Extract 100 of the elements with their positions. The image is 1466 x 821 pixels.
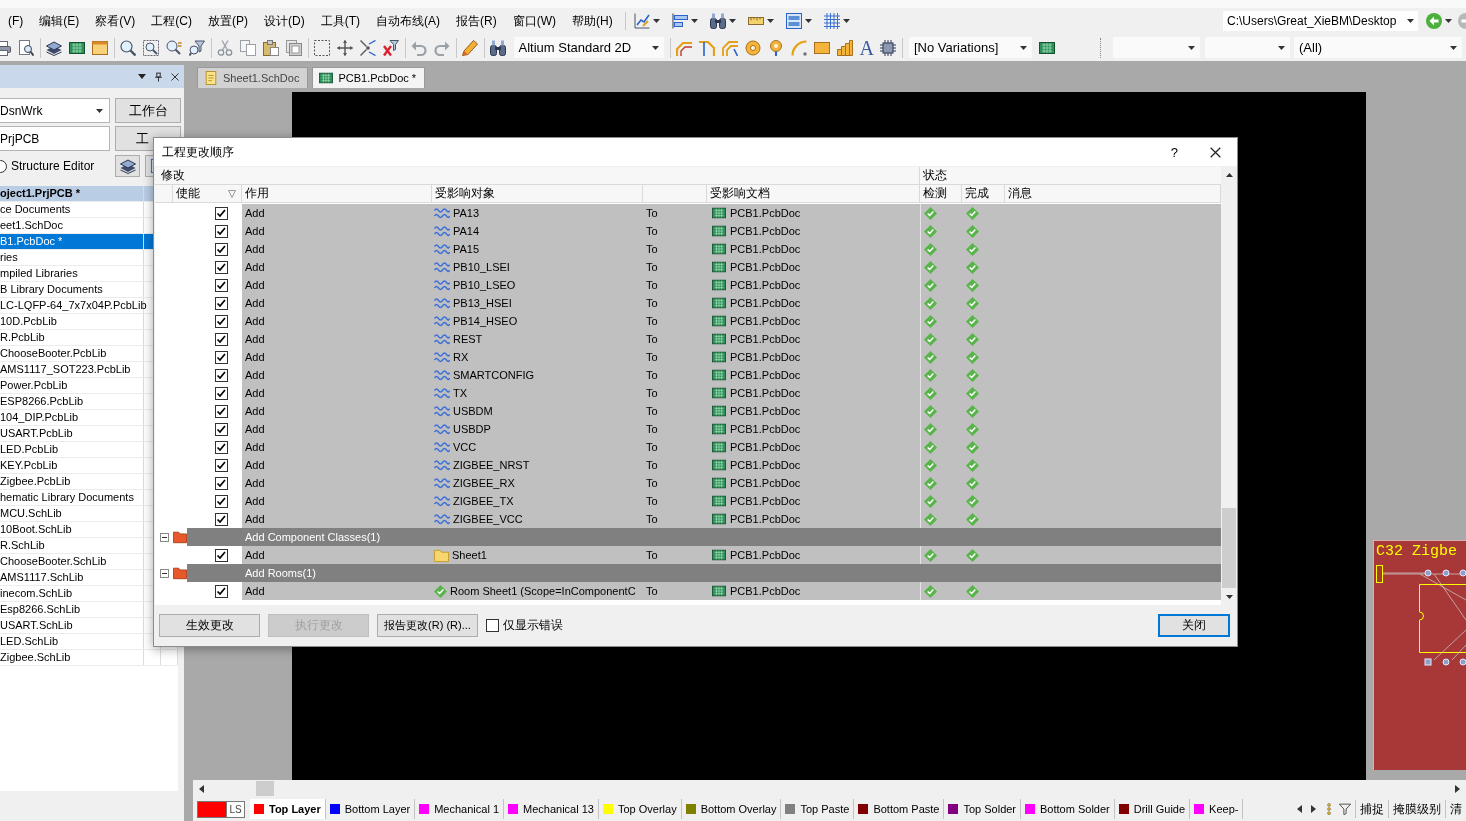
- checkbox[interactable]: [215, 512, 228, 526]
- table-row[interactable]: Add VCC To PCB1.PcbDoc: [242, 438, 1221, 456]
- collapse-icon[interactable]: [159, 568, 169, 578]
- checkbox[interactable]: [215, 422, 228, 436]
- route-icon[interactable]: [676, 39, 692, 56]
- checkbox[interactable]: [215, 584, 228, 598]
- pin-icon[interactable]: [154, 71, 163, 82]
- column-header[interactable]: 受影响对象: [432, 185, 643, 202]
- menu-item[interactable]: 编辑(E): [31, 12, 88, 30]
- checkbox[interactable]: [215, 494, 228, 508]
- menu-item[interactable]: 帮助(H): [564, 12, 621, 30]
- report-button[interactable]: 报告更改(R) (R)...: [377, 614, 478, 637]
- tree-item[interactable]: Zigbee.SchLib: [0, 650, 178, 666]
- column-header[interactable]: 使能: [173, 185, 242, 202]
- scissors-icon[interactable]: [217, 39, 233, 56]
- caret-icon[interactable]: [842, 19, 850, 23]
- checkbox[interactable]: [215, 314, 228, 328]
- table-row[interactable]: Add USBDP To PCB1.PcbDoc: [242, 420, 1221, 438]
- group-row[interactable]: Add Component Classes(1): [187, 528, 1221, 546]
- chevron-up-icon[interactable]: [1225, 173, 1233, 178]
- menu-item[interactable]: 工具(T): [312, 12, 368, 30]
- menu-item[interactable]: (F): [0, 12, 32, 30]
- collapse-icon[interactable]: [159, 532, 169, 542]
- move-icon[interactable]: [337, 39, 353, 56]
- checkbox[interactable]: [215, 404, 228, 418]
- table-row[interactable]: Add SMARTCONFIG To PCB1.PcbDoc: [242, 366, 1221, 384]
- chevron-left-icon[interactable]: [199, 784, 204, 793]
- table-row[interactable]: Add Sheet1 To PCB1.PcbDoc: [242, 546, 1221, 564]
- binoculars-icon[interactable]: [490, 39, 506, 56]
- checkbox[interactable]: [215, 350, 228, 364]
- table-row[interactable]: Add USBDM To PCB1.PcbDoc: [242, 402, 1221, 420]
- deselect-icon[interactable]: [360, 39, 376, 56]
- text-tool-button[interactable]: A: [859, 37, 874, 58]
- window-icon[interactable]: [92, 39, 108, 56]
- checkbox[interactable]: [215, 224, 228, 238]
- project-field[interactable]: PrjPCB: [0, 126, 110, 151]
- layer-tab[interactable]: Top Solder: [944, 799, 1022, 819]
- layer-tab[interactable]: Bottom Overlay: [681, 799, 782, 819]
- checkbox[interactable]: [486, 619, 499, 632]
- menu-item[interactable]: 放置(P): [200, 12, 256, 30]
- layer-tab[interactable]: Top Paste: [781, 799, 855, 819]
- close-icon[interactable]: [1210, 146, 1221, 158]
- circuit-board-icon[interactable]: [69, 39, 85, 56]
- circuit-board-icon[interactable]: [1039, 39, 1056, 56]
- checkbox-label[interactable]: 仅显示错误: [503, 617, 563, 634]
- pencil-icon[interactable]: [462, 39, 478, 56]
- table-row[interactable]: Add PA15 To PCB1.PcbDoc: [242, 240, 1221, 258]
- panel-icon[interactable]: [785, 13, 802, 29]
- chip-icon[interactable]: [880, 39, 897, 56]
- caret-icon[interactable]: [652, 19, 660, 23]
- checkbox[interactable]: [215, 332, 228, 346]
- validate-button[interactable]: 生效更改: [159, 614, 260, 637]
- table-row[interactable]: Add RX To PCB1.PcbDoc: [242, 348, 1221, 366]
- scope-dropdown[interactable]: (All): [1294, 37, 1462, 58]
- table-row[interactable]: Add Room Sheet1 (Scope=InComponentC To PCB1.PcbDoc: [242, 582, 1221, 600]
- layer-stack-icon[interactable]: [46, 39, 62, 56]
- print-preview-icon[interactable]: [18, 39, 34, 56]
- via-icon[interactable]: [768, 39, 784, 56]
- column-header[interactable]: 检测: [920, 185, 962, 202]
- checkbox[interactable]: [215, 242, 228, 256]
- checkbox[interactable]: [215, 206, 228, 220]
- caret-icon[interactable]: [138, 74, 146, 79]
- scrollbar-thumb[interactable]: [1222, 507, 1236, 589]
- filter-icon[interactable]: [228, 189, 236, 198]
- path-dropdown[interactable]: C:\Users\Great_XieBM\Desktop: [1223, 11, 1418, 31]
- chevron-left-icon[interactable]: [1297, 805, 1302, 813]
- zoom-selection-icon[interactable]: [166, 39, 182, 56]
- menu-item[interactable]: 报告(R): [448, 12, 505, 30]
- caret-icon[interactable]: [690, 19, 698, 23]
- layer-tab[interactable]: Top Layer: [250, 799, 326, 819]
- workspace-dropdown[interactable]: DsnWrk: [0, 98, 110, 123]
- column-header[interactable]: 完成: [962, 185, 1005, 202]
- zoom-filter-icon[interactable]: [189, 39, 205, 56]
- menu-item[interactable]: 工程(C): [143, 12, 200, 30]
- caret-icon[interactable]: [804, 19, 812, 23]
- multi-route-icon[interactable]: [722, 39, 738, 56]
- layer-tab[interactable]: Bottom Solder: [1021, 799, 1115, 819]
- table-row[interactable]: Add PB14_HSEO To PCB1.PcbDoc: [242, 312, 1221, 330]
- printer-icon[interactable]: [0, 39, 11, 56]
- icon-button[interactable]: [115, 155, 140, 177]
- menu-item[interactable]: 设计(D): [256, 12, 313, 30]
- layer-tab[interactable]: Drill Guide: [1114, 799, 1191, 819]
- horizontal-scrollbar[interactable]: [193, 780, 1466, 797]
- checkbox[interactable]: [215, 458, 228, 472]
- clipboard-icon[interactable]: [263, 39, 279, 56]
- radio-label[interactable]: Structure Editor: [11, 159, 95, 173]
- caret-icon[interactable]: [766, 19, 774, 23]
- workspace-button[interactable]: 工作台: [115, 98, 181, 123]
- bar-fill-icon[interactable]: [837, 39, 853, 56]
- layer-tab[interactable]: Mechanical 13: [504, 799, 599, 819]
- table-row[interactable]: Add TX To PCB1.PcbDoc: [242, 384, 1221, 402]
- group-row[interactable]: Add Rooms(1): [187, 564, 1221, 582]
- grid-icon[interactable]: [823, 13, 840, 29]
- scrollbar-thumb[interactable]: [256, 781, 274, 796]
- checkbox[interactable]: [215, 386, 228, 400]
- document-tab[interactable]: PCB1.PcbDoc *: [312, 67, 426, 88]
- table-row[interactable]: Add ZIGBEE_NRST To PCB1.PcbDoc: [242, 456, 1221, 474]
- chevron-right-icon[interactable]: [1455, 784, 1460, 793]
- line-chart-icon[interactable]: [633, 13, 650, 29]
- checkbox[interactable]: [215, 296, 228, 310]
